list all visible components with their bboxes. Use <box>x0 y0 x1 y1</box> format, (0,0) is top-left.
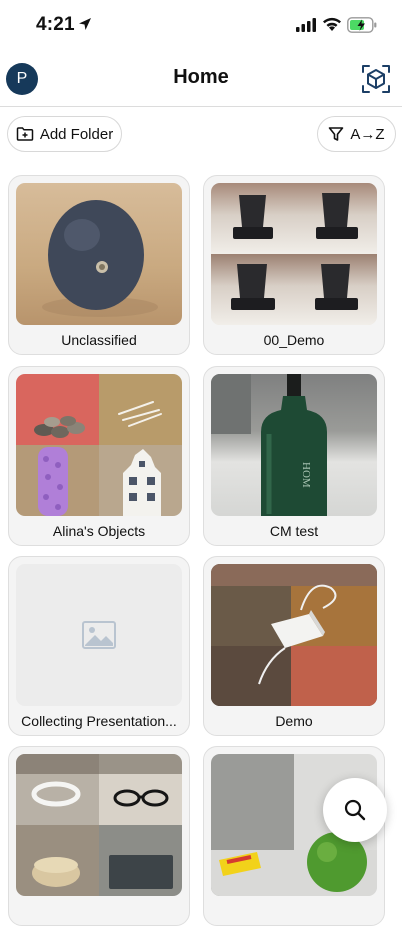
folder-card[interactable]: Demo <box>203 556 385 736</box>
app-header: P Home <box>0 52 402 107</box>
folder-name: Demo <box>275 713 313 729</box>
folder-plus-icon <box>16 127 34 141</box>
avocado-image <box>42 200 158 317</box>
location-arrow-icon <box>79 18 91 30</box>
folder-name: CM test <box>269 523 319 539</box>
ar-cube-icon[interactable] <box>361 64 391 94</box>
add-folder-label: Add Folder <box>39 125 114 143</box>
search-icon <box>344 799 366 821</box>
sort-button[interactable]: A→Z <box>317 116 396 152</box>
folder-card[interactable] <box>8 746 190 926</box>
charger-image <box>211 564 377 706</box>
folder-thumbnail <box>16 564 182 706</box>
sort-label: A→Z <box>350 125 385 143</box>
folder-thumbnail <box>16 374 182 516</box>
folder-thumbnail <box>16 183 182 325</box>
folder-name: Alina's Objects <box>52 523 146 539</box>
add-folder-button[interactable]: Add Folder <box>7 116 122 152</box>
folder-name: Collecting Presentation... <box>21 713 177 729</box>
svg-text:HOM: HOM <box>300 462 312 488</box>
filter-icon <box>329 127 344 141</box>
image-placeholder-icon <box>82 621 116 649</box>
folder-card[interactable]: 00_Demo <box>203 175 385 355</box>
status-bar: 4:21 <box>0 0 402 52</box>
status-time: 4:21 <box>36 14 75 35</box>
folder-card[interactable]: Collecting Presentation... <box>8 556 190 736</box>
cellular-signal-icon <box>296 18 316 32</box>
folder-card[interactable]: Alina's Objects <box>8 366 190 546</box>
folder-name: 00_Demo <box>263 332 325 348</box>
wifi-icon <box>323 17 341 31</box>
folder-name: Unclassified <box>61 332 137 348</box>
folder-thumbnail <box>211 564 377 706</box>
search-button[interactable] <box>323 778 387 842</box>
folder-thumbnail: HOM <box>211 374 377 516</box>
folder-card[interactable]: Unclassified <box>8 175 190 355</box>
bottle-image: HOM <box>211 374 327 516</box>
page-title: Home <box>173 66 229 88</box>
folder-thumbnail <box>211 183 377 325</box>
battery-icon <box>347 17 377 33</box>
folder-card[interactable]: HOM CM test <box>203 366 385 546</box>
folder-thumbnail <box>16 754 182 896</box>
